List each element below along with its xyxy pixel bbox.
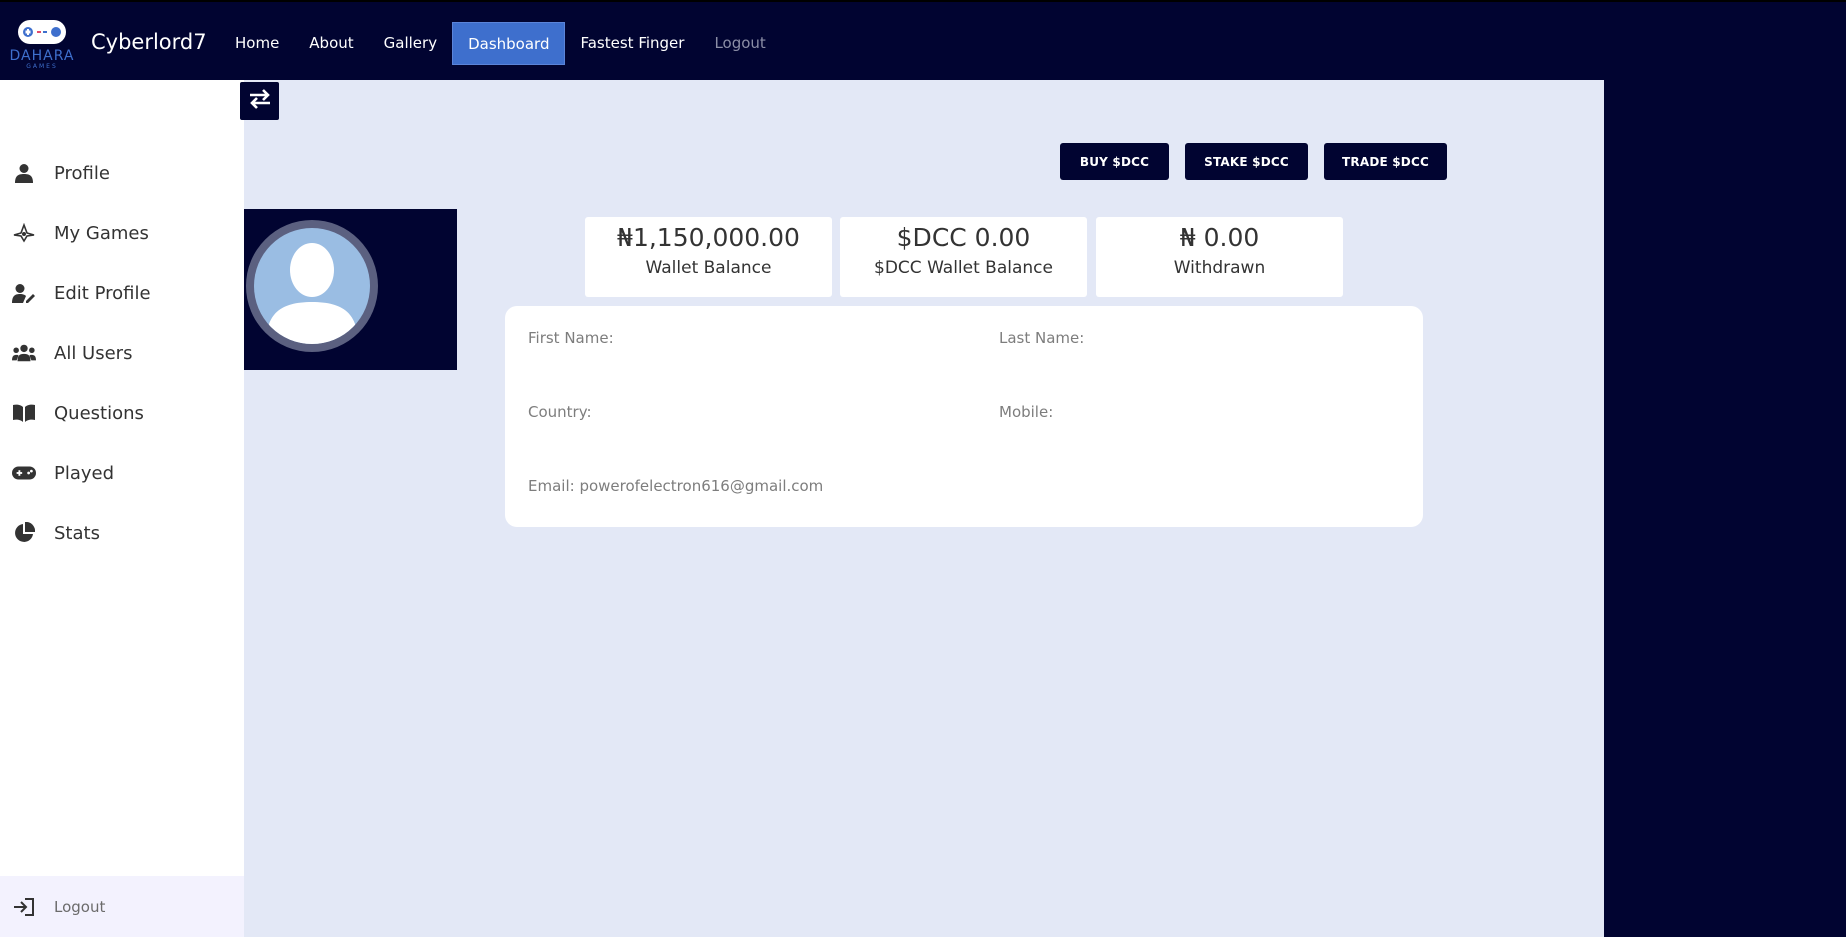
sidebar-item-stats[interactable]: Stats: [0, 510, 244, 556]
wallet-balance-card: ₦1,150,000.00 Wallet Balance: [585, 217, 832, 297]
withdrawn-value: ₦ 0.00: [1179, 223, 1260, 252]
nav-logout[interactable]: Logout: [699, 22, 780, 65]
user-edit-icon: [12, 281, 36, 305]
top-navbar: DAHARA GAMES Cyberlord7 Home About Galle…: [0, 0, 1846, 80]
wallet-balance-label: Wallet Balance: [645, 258, 772, 278]
withdrawn-card: ₦ 0.00 Withdrawn: [1096, 217, 1343, 297]
swap-arrows-icon: [248, 88, 272, 114]
sidebar-item-played[interactable]: Played: [0, 450, 244, 496]
sidebar-toggle-button[interactable]: [240, 82, 279, 120]
avatar-panel: [244, 209, 457, 370]
default-user-icon: [254, 228, 370, 344]
sidebar-item-label: All Users: [54, 342, 133, 364]
games-icon: [12, 221, 36, 245]
sidebar-logout-label: Logout: [54, 897, 106, 916]
dcc-balance-card: $DCC 0.00 $DCC Wallet Balance: [840, 217, 1087, 297]
dahara-logo[interactable]: DAHARA GAMES: [4, 16, 80, 70]
gamepad-icon: [12, 461, 36, 485]
country-field: Country:: [528, 403, 592, 421]
nav-dashboard[interactable]: Dashboard: [452, 22, 566, 65]
sidebar-item-my-games[interactable]: My Games: [0, 210, 244, 256]
avatar[interactable]: [246, 220, 378, 352]
svg-text:DAHARA: DAHARA: [10, 48, 75, 64]
dcc-balance-value: $DCC 0.00: [896, 223, 1031, 252]
dcc-balance-label: $DCC Wallet Balance: [874, 258, 1053, 278]
wallet-balance-value: ₦1,150,000.00: [617, 223, 800, 252]
nav-home[interactable]: Home: [220, 22, 294, 65]
sidebar-item-label: Profile: [54, 162, 110, 184]
sidebar-item-questions[interactable]: Questions: [0, 390, 244, 436]
brand-name[interactable]: Cyberlord7: [91, 30, 207, 54]
sidebar-item-label: Edit Profile: [54, 282, 151, 304]
sidebar-item-label: Questions: [54, 402, 144, 424]
stake-dcc-button[interactable]: STAKE $DCC: [1185, 143, 1308, 180]
nav-links: Home About Gallery Dashboard Fastest Fin…: [220, 22, 781, 65]
sign-in-icon: [12, 895, 36, 919]
book-icon: [12, 401, 36, 425]
svg-text:GAMES: GAMES: [26, 63, 58, 70]
sidebar-item-edit-profile[interactable]: Edit Profile: [0, 270, 244, 316]
users-icon: [12, 341, 36, 365]
trade-dcc-button[interactable]: TRADE $DCC: [1324, 143, 1447, 180]
pie-chart-icon: [12, 521, 36, 545]
first-name-field: First Name:: [528, 329, 614, 347]
sidebar-item-profile[interactable]: Profile: [0, 150, 244, 196]
last-name-field: Last Name:: [999, 329, 1085, 347]
dashboard-main: Profile My Games Edit Profile All Users …: [0, 80, 1604, 937]
buy-dcc-button[interactable]: BUY $DCC: [1060, 143, 1169, 180]
nav-gallery[interactable]: Gallery: [369, 22, 452, 65]
sidebar-item-label: My Games: [54, 222, 149, 244]
user-icon: [12, 161, 36, 185]
withdrawn-label: Withdrawn: [1173, 258, 1266, 278]
sidebar-item-label: Stats: [54, 522, 100, 544]
profile-info-card: First Name: Last Name: Country: Mobile: …: [505, 306, 1423, 527]
sidebar: Profile My Games Edit Profile All Users …: [0, 80, 244, 937]
email-field: Email: powerofelectron616@gmail.com: [528, 477, 824, 495]
sidebar-item-label: Played: [54, 462, 115, 484]
sidebar-item-all-users[interactable]: All Users: [0, 330, 244, 376]
mobile-field: Mobile:: [999, 403, 1054, 421]
nav-fastest-finger[interactable]: Fastest Finger: [565, 22, 699, 65]
nav-about[interactable]: About: [294, 22, 368, 65]
sidebar-logout[interactable]: Logout: [0, 876, 244, 937]
